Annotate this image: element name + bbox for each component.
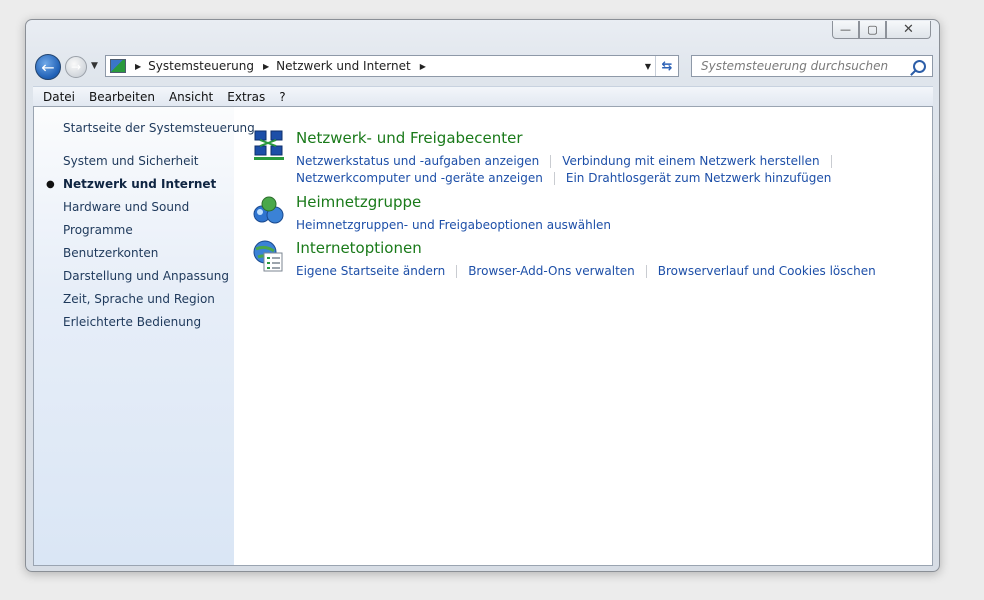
- content-area: Startseite der Systemsteuerung System un…: [33, 106, 933, 566]
- search-box: [691, 55, 933, 77]
- menu-bar: Datei Bearbeiten Ansicht Extras ?: [33, 86, 933, 106]
- search-icon[interactable]: [913, 60, 926, 73]
- task-row: Netzwerkstatus und -aufgaben anzeigen Ve…: [296, 154, 843, 168]
- task-link[interactable]: Netzwerkcomputer und -geräte anzeigen: [296, 171, 543, 185]
- category-title-network-center[interactable]: Netzwerk- und Freigabecenter: [296, 129, 523, 147]
- sidebar-item-system[interactable]: System und Sicherheit: [63, 154, 199, 168]
- maximize-button[interactable]: ▢: [859, 21, 886, 39]
- close-button[interactable]: ✕: [886, 21, 931, 39]
- internet-options-icon[interactable]: [252, 239, 286, 273]
- category-title-homegroup[interactable]: Heimnetzgruppe: [296, 193, 421, 211]
- forward-button[interactable]: →: [65, 56, 87, 78]
- menu-help[interactable]: ?: [279, 90, 285, 104]
- sidebar-item-network[interactable]: Netzwerk und Internet: [63, 177, 216, 191]
- minimize-button[interactable]: —: [832, 21, 859, 39]
- active-bullet-icon: ●: [46, 179, 55, 190]
- sidebar-item-programs[interactable]: Programme: [63, 223, 133, 237]
- sidebar-item-accounts[interactable]: Benutzerkonten: [63, 246, 158, 260]
- menu-datei[interactable]: Datei: [43, 90, 75, 104]
- control-panel-window: — ▢ ✕ ← → ▼ ▶ Systemsteuerung ▶ Netzwerk…: [25, 19, 940, 572]
- link-separator: [456, 265, 458, 278]
- homegroup-icon[interactable]: [252, 193, 286, 227]
- link-separator: [830, 155, 832, 168]
- address-bar[interactable]: ▶ Systemsteuerung ▶ Netzwerk und Interne…: [105, 55, 679, 77]
- breadcrumb-netzwerk-und-internet[interactable]: Netzwerk und Internet: [276, 59, 411, 73]
- task-link[interactable]: Browser-Add-Ons verwalten: [468, 264, 635, 278]
- link-separator: [645, 265, 647, 278]
- task-link[interactable]: Browserverlauf und Cookies löschen: [658, 264, 876, 278]
- link-separator: [553, 172, 555, 185]
- menu-bearbeiten[interactable]: Bearbeiten: [89, 90, 155, 104]
- sidebar-item-home[interactable]: Startseite der Systemsteuerung: [63, 121, 255, 135]
- task-row: Netzwerkcomputer und -geräte anzeigen Ei…: [296, 171, 831, 185]
- task-row: Heimnetzgruppen- und Freigabeoptionen au…: [296, 218, 611, 232]
- link-separator: [550, 155, 552, 168]
- task-link[interactable]: Heimnetzgruppen- und Freigabeoptionen au…: [296, 218, 611, 232]
- refresh-button[interactable]: ⇆: [655, 56, 678, 76]
- breadcrumb-systemsteuerung[interactable]: Systemsteuerung: [148, 59, 254, 73]
- search-input[interactable]: [699, 58, 908, 74]
- sidebar-item-appearance[interactable]: Darstellung und Anpassung: [63, 269, 229, 283]
- address-dropdown-icon[interactable]: ▼: [640, 56, 656, 76]
- back-button[interactable]: ←: [35, 54, 61, 80]
- caption-buttons: — ▢ ✕: [832, 21, 931, 39]
- task-link[interactable]: Netzwerkstatus und -aufgaben anzeigen: [296, 154, 539, 168]
- breadcrumb-arrow-icon[interactable]: ▶: [420, 62, 426, 71]
- network-center-icon[interactable]: [252, 129, 286, 163]
- sidebar-item-hardware[interactable]: Hardware und Sound: [63, 200, 189, 214]
- sidebar: Startseite der Systemsteuerung System un…: [34, 107, 255, 565]
- menu-ansicht[interactable]: Ansicht: [169, 90, 213, 104]
- sidebar-item-accessibility[interactable]: Erleichterte Bedienung: [63, 315, 201, 329]
- control-panel-icon: [110, 59, 126, 73]
- navigation-row: ← → ▼ ▶ Systemsteuerung ▶ Netzwerk und I…: [34, 53, 933, 81]
- breadcrumb-arrow-icon[interactable]: ▶: [263, 62, 269, 71]
- task-row: Eigene Startseite ändern Browser-Add-Ons…: [296, 264, 876, 278]
- task-link[interactable]: Verbindung mit einem Netzwerk herstellen: [562, 154, 819, 168]
- recent-pages-dropdown-icon[interactable]: ▼: [91, 61, 98, 71]
- category-title-internet-options[interactable]: Internetoptionen: [296, 239, 422, 257]
- menu-extras[interactable]: Extras: [227, 90, 265, 104]
- task-link[interactable]: Ein Drahtlosgerät zum Netzwerk hinzufüge…: [566, 171, 831, 185]
- sidebar-item-region[interactable]: Zeit, Sprache und Region: [63, 292, 215, 306]
- task-link[interactable]: Eigene Startseite ändern: [296, 264, 445, 278]
- breadcrumb-arrow-icon[interactable]: ▶: [135, 62, 141, 71]
